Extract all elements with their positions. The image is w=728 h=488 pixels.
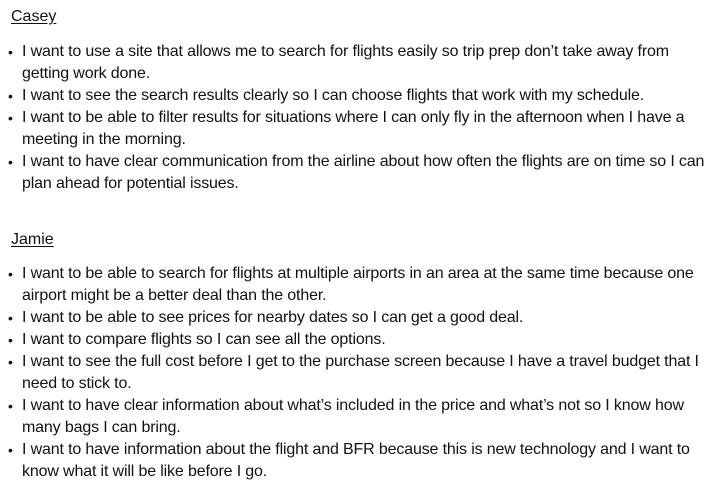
bullet-icon: • <box>8 310 13 326</box>
story-text: I want to have clear information about w… <box>22 397 684 436</box>
list-item: • I want to have clear information about … <box>0 395 720 439</box>
story-text: I want to be able to search for flights … <box>22 265 694 304</box>
list-item: • I want to use a site that allows me to … <box>0 41 720 85</box>
story-text: I want to see the full cost before I get… <box>22 353 699 392</box>
list-item: • I want to be able to filter results for… <box>0 107 720 151</box>
persona-heading-casey: Casey <box>11 8 57 25</box>
bullet-icon: • <box>8 332 13 348</box>
story-text: I want to be able to filter results for … <box>22 109 685 148</box>
list-item: • I want to have information about the fl… <box>0 439 720 483</box>
list-item: • I want to see the full cost before I ge… <box>0 351 720 395</box>
story-text: I want to have clear communication from … <box>22 153 705 192</box>
persona-heading-jamie: Jamie <box>11 231 54 248</box>
bullet-icon: • <box>8 44 13 60</box>
bullet-icon: • <box>8 154 13 170</box>
list-item: • I want to be able to see prices for nea… <box>0 307 720 329</box>
bullet-icon: • <box>8 88 13 104</box>
user-stories-document: Casey • I want to use a site that allows … <box>0 0 728 488</box>
bullet-icon: • <box>8 354 13 370</box>
story-text: I want to see the search results clearly… <box>22 87 645 104</box>
bullet-icon: • <box>8 266 13 282</box>
story-list-jamie: • I want to be able to search for flights… <box>0 263 720 483</box>
bullet-icon: • <box>8 442 13 458</box>
story-text: I want to have information about the fli… <box>22 441 690 480</box>
story-text: I want to be able to see prices for near… <box>22 309 524 326</box>
list-item: • I want to compare flights so I can see … <box>0 329 720 351</box>
bullet-icon: • <box>8 110 13 126</box>
list-item: • I want to have clear communication from… <box>0 151 720 195</box>
list-item: • I want to be able to search for flights… <box>0 263 720 307</box>
bullet-icon: • <box>8 398 13 414</box>
story-text: I want to use a site that allows me to s… <box>22 43 669 82</box>
story-list-casey: • I want to use a site that allows me to … <box>0 41 720 195</box>
story-text: I want to compare flights so I can see a… <box>22 331 386 348</box>
list-item: • I want to see the search results clearl… <box>0 85 720 107</box>
